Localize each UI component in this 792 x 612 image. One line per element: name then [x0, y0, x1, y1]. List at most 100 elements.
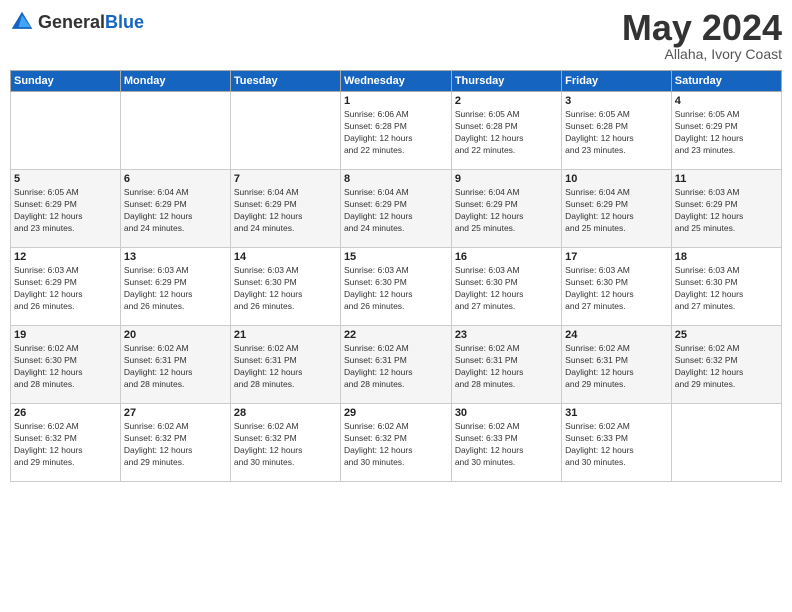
day-info: Sunrise: 6:02 AM Sunset: 6:32 PM Dayligh…	[675, 343, 778, 391]
calendar-cell	[120, 92, 230, 170]
calendar-cell: 28 Sunrise: 6:02 AM Sunset: 6:32 PM Dayli…	[230, 404, 340, 482]
day-info: Sunrise: 6:02 AM Sunset: 6:32 PM Dayligh…	[344, 421, 448, 469]
day-number: 26	[14, 407, 117, 419]
weekday-header-tuesday: Tuesday	[230, 71, 340, 92]
day-info: Sunrise: 6:02 AM Sunset: 6:31 PM Dayligh…	[455, 343, 558, 391]
weekday-header-saturday: Saturday	[671, 71, 781, 92]
day-number: 21	[234, 329, 337, 341]
calendar-cell: 15 Sunrise: 6:03 AM Sunset: 6:30 PM Dayli…	[340, 248, 451, 326]
calendar-cell: 12Sunrise: 6:03 AM Sunset: 6:29 PM Dayli…	[11, 248, 121, 326]
calendar-cell: 17 Sunrise: 6:03 AM Sunset: 6:30 PM Dayli…	[562, 248, 672, 326]
day-number: 10	[565, 173, 668, 185]
weekday-header-row: SundayMondayTuesdayWednesdayThursdayFrid…	[11, 71, 782, 92]
calendar-cell: 19 Sunrise: 6:02 AM Sunset: 6:30 PM Dayli…	[11, 326, 121, 404]
day-number: 7	[234, 173, 337, 185]
calendar-cell: 3 Sunrise: 6:05 AM Sunset: 6:28 PM Daylig…	[562, 92, 672, 170]
day-info: Sunrise: 6:02 AM Sunset: 6:32 PM Dayligh…	[14, 421, 117, 469]
weekday-header-monday: Monday	[120, 71, 230, 92]
day-info: Sunrise: 6:02 AM Sunset: 6:32 PM Dayligh…	[234, 421, 337, 469]
calendar-cell: 23 Sunrise: 6:02 AM Sunset: 6:31 PM Dayli…	[451, 326, 561, 404]
month-title: May 2024	[622, 10, 782, 46]
calendar-cell	[11, 92, 121, 170]
day-number: 22	[344, 329, 448, 341]
day-info: Sunrise: 6:02 AM Sunset: 6:33 PM Dayligh…	[455, 421, 558, 469]
day-number: 23	[455, 329, 558, 341]
header: GeneralBlue May 2024 Allaha, Ivory Coast	[10, 10, 782, 62]
day-info: Sunrise: 6:02 AM Sunset: 6:31 PM Dayligh…	[565, 343, 668, 391]
day-number: 18	[675, 251, 778, 263]
logo-text: GeneralBlue	[38, 12, 144, 33]
calendar-cell: 18Sunrise: 6:03 AM Sunset: 6:30 PM Dayli…	[671, 248, 781, 326]
day-info: Sunrise: 6:05 AM Sunset: 6:29 PM Dayligh…	[675, 109, 778, 157]
day-number: 4	[675, 95, 778, 107]
day-info: Sunrise: 6:03 AM Sunset: 6:30 PM Dayligh…	[344, 265, 448, 313]
day-number: 25	[675, 329, 778, 341]
logo-general: General	[38, 12, 105, 32]
day-info: Sunrise: 6:02 AM Sunset: 6:31 PM Dayligh…	[124, 343, 227, 391]
day-info: Sunrise: 6:02 AM Sunset: 6:32 PM Dayligh…	[124, 421, 227, 469]
calendar-cell: 31 Sunrise: 6:02 AM Sunset: 6:33 PM Dayli…	[562, 404, 672, 482]
calendar-cell: 29 Sunrise: 6:02 AM Sunset: 6:32 PM Dayli…	[340, 404, 451, 482]
day-number: 3	[565, 95, 668, 107]
day-number: 13	[124, 251, 227, 263]
day-number: 6	[124, 173, 227, 185]
day-info: Sunrise: 6:04 AM Sunset: 6:29 PM Dayligh…	[124, 187, 227, 235]
day-number: 19	[14, 329, 117, 341]
day-info: Sunrise: 6:04 AM Sunset: 6:29 PM Dayligh…	[344, 187, 448, 235]
day-info: Sunrise: 6:03 AM Sunset: 6:29 PM Dayligh…	[124, 265, 227, 313]
calendar-week-1: 1 Sunrise: 6:06 AM Sunset: 6:28 PM Daylig…	[11, 92, 782, 170]
logo-icon	[10, 10, 34, 34]
calendar-cell: 4 Sunrise: 6:05 AM Sunset: 6:29 PM Daylig…	[671, 92, 781, 170]
day-info: Sunrise: 6:02 AM Sunset: 6:33 PM Dayligh…	[565, 421, 668, 469]
day-number: 15	[344, 251, 448, 263]
calendar-cell: 30Sunrise: 6:02 AM Sunset: 6:33 PM Dayli…	[451, 404, 561, 482]
day-number: 9	[455, 173, 558, 185]
logo: GeneralBlue	[10, 10, 144, 34]
day-info: Sunrise: 6:05 AM Sunset: 6:29 PM Dayligh…	[14, 187, 117, 235]
calendar-cell: 5 Sunrise: 6:05 AM Sunset: 6:29 PM Daylig…	[11, 170, 121, 248]
day-info: Sunrise: 6:04 AM Sunset: 6:29 PM Dayligh…	[565, 187, 668, 235]
calendar-week-5: 26 Sunrise: 6:02 AM Sunset: 6:32 PM Dayli…	[11, 404, 782, 482]
calendar-cell: 20 Sunrise: 6:02 AM Sunset: 6:31 PM Dayli…	[120, 326, 230, 404]
day-info: Sunrise: 6:03 AM Sunset: 6:30 PM Dayligh…	[234, 265, 337, 313]
day-info: Sunrise: 6:03 AM Sunset: 6:30 PM Dayligh…	[565, 265, 668, 313]
calendar-cell: 13 Sunrise: 6:03 AM Sunset: 6:29 PM Dayli…	[120, 248, 230, 326]
day-number: 2	[455, 95, 558, 107]
day-number: 28	[234, 407, 337, 419]
day-info: Sunrise: 6:03 AM Sunset: 6:29 PM Dayligh…	[675, 187, 778, 235]
calendar-cell	[671, 404, 781, 482]
location-subtitle: Allaha, Ivory Coast	[622, 46, 782, 62]
day-info: Sunrise: 6:02 AM Sunset: 6:31 PM Dayligh…	[344, 343, 448, 391]
calendar-cell: 8Sunrise: 6:04 AM Sunset: 6:29 PM Daylig…	[340, 170, 451, 248]
day-number: 1	[344, 95, 448, 107]
day-number: 20	[124, 329, 227, 341]
calendar-cell: 6 Sunrise: 6:04 AM Sunset: 6:29 PM Daylig…	[120, 170, 230, 248]
calendar-cell: 7Sunrise: 6:04 AM Sunset: 6:29 PM Daylig…	[230, 170, 340, 248]
calendar-cell: 16 Sunrise: 6:03 AM Sunset: 6:30 PM Dayli…	[451, 248, 561, 326]
day-info: Sunrise: 6:02 AM Sunset: 6:31 PM Dayligh…	[234, 343, 337, 391]
day-info: Sunrise: 6:05 AM Sunset: 6:28 PM Dayligh…	[455, 109, 558, 157]
calendar-week-2: 5 Sunrise: 6:05 AM Sunset: 6:29 PM Daylig…	[11, 170, 782, 248]
day-number: 17	[565, 251, 668, 263]
day-number: 27	[124, 407, 227, 419]
day-number: 11	[675, 173, 778, 185]
logo-blue: Blue	[105, 12, 144, 32]
calendar-cell: 24 Sunrise: 6:02 AM Sunset: 6:31 PM Dayli…	[562, 326, 672, 404]
calendar-cell: 1 Sunrise: 6:06 AM Sunset: 6:28 PM Daylig…	[340, 92, 451, 170]
day-number: 5	[14, 173, 117, 185]
calendar-cell: 10 Sunrise: 6:04 AM Sunset: 6:29 PM Dayli…	[562, 170, 672, 248]
day-info: Sunrise: 6:05 AM Sunset: 6:28 PM Dayligh…	[565, 109, 668, 157]
day-number: 12	[14, 251, 117, 263]
day-info: Sunrise: 6:04 AM Sunset: 6:29 PM Dayligh…	[455, 187, 558, 235]
day-number: 29	[344, 407, 448, 419]
calendar-cell: 27 Sunrise: 6:02 AM Sunset: 6:32 PM Dayli…	[120, 404, 230, 482]
day-number: 24	[565, 329, 668, 341]
day-info: Sunrise: 6:06 AM Sunset: 6:28 PM Dayligh…	[344, 109, 448, 157]
day-info: Sunrise: 6:03 AM Sunset: 6:30 PM Dayligh…	[455, 265, 558, 313]
calendar-week-3: 12 Sunrise: 6:03 AM Sunset: 6:29 PM Dayli…	[11, 248, 782, 326]
day-number: 16	[455, 251, 558, 263]
day-number: 31	[565, 407, 668, 419]
day-info: Sunrise: 6:02 AM Sunset: 6:30 PM Dayligh…	[14, 343, 117, 391]
calendar-cell: 11 Sunrise: 6:03 AM Sunset: 6:29 PM Dayli…	[671, 170, 781, 248]
day-number: 14	[234, 251, 337, 263]
